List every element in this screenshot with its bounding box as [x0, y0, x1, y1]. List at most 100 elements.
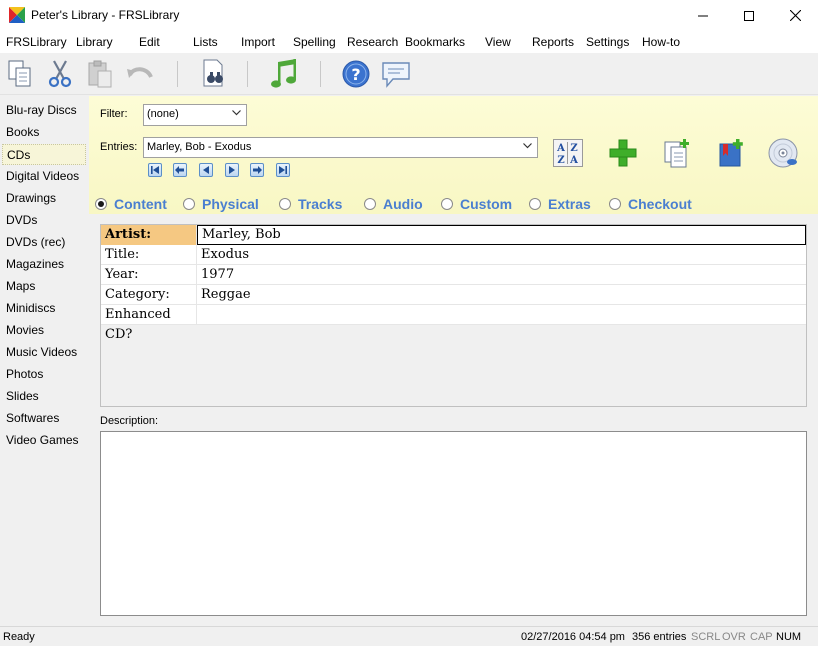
- sort-az-icon: A Z Z A: [553, 139, 583, 167]
- comment-button[interactable]: [380, 57, 412, 91]
- field-key: Artist:: [101, 225, 197, 245]
- sidebar-item-photos[interactable]: Photos: [2, 364, 86, 385]
- field-value-input[interactable]: Reggae: [197, 285, 806, 305]
- first-entry-button[interactable]: [148, 163, 162, 177]
- svg-text:Z: Z: [557, 155, 564, 166]
- undo-button[interactable]: [124, 57, 156, 91]
- field-row-artist[interactable]: Artist: Marley, Bob: [101, 225, 806, 245]
- entry-header-panel: Filter: (none) Entries: Marley, Bob - Ex…: [89, 96, 818, 214]
- paste-button[interactable]: [84, 57, 116, 91]
- description-textarea[interactable]: [100, 431, 807, 616]
- next-icon: [229, 166, 235, 174]
- sidebar-item-drawings[interactable]: Drawings: [2, 188, 86, 209]
- tab-extras[interactable]: Extras: [529, 196, 591, 212]
- sidebar-item-dvds[interactable]: DVDs: [2, 210, 86, 231]
- svg-text:A: A: [569, 155, 578, 166]
- tab-custom[interactable]: Custom: [441, 196, 512, 212]
- minimize-icon: [698, 15, 708, 16]
- sidebar-item-slides[interactable]: Slides: [2, 386, 86, 407]
- maximize-button[interactable]: [726, 0, 772, 31]
- minimize-button[interactable]: [680, 0, 726, 31]
- sort-button[interactable]: A Z Z A: [550, 134, 586, 172]
- tab-tracks[interactable]: Tracks: [279, 196, 342, 212]
- copy-button[interactable]: [4, 57, 36, 91]
- app-logo-icon: [9, 7, 25, 23]
- radio-circle: [529, 198, 541, 210]
- forward-entry-button[interactable]: [250, 163, 264, 177]
- tab-content[interactable]: Content: [95, 196, 167, 212]
- close-button[interactable]: [772, 0, 818, 31]
- menu-bookmarks[interactable]: Bookmarks: [405, 35, 465, 49]
- add-entry-button[interactable]: [605, 134, 641, 172]
- sidebar-item-softwares[interactable]: Softwares: [2, 408, 86, 429]
- status-num: NUM: [776, 631, 802, 643]
- tab-radio-group: Content Physical Tracks Audio Custom Ext…: [89, 192, 818, 214]
- menu-settings[interactable]: Settings: [586, 35, 629, 49]
- svg-text:?: ?: [351, 65, 360, 84]
- help-button[interactable]: ?: [340, 57, 372, 91]
- sidebar-item-dvds-rec[interactable]: DVDs (rec): [2, 232, 86, 253]
- paste-icon: [88, 60, 112, 88]
- menu-lists[interactable]: Lists: [193, 35, 218, 49]
- last-entry-button[interactable]: [276, 163, 290, 177]
- field-value-input[interactable]: [197, 305, 806, 325]
- sidebar-item-books[interactable]: Books: [2, 122, 86, 143]
- menu-how-to[interactable]: How-to: [642, 35, 680, 49]
- menu-reports[interactable]: Reports: [532, 35, 574, 49]
- field-row-year[interactable]: Year: 1977: [101, 265, 806, 285]
- toolbar-separator: [320, 61, 321, 87]
- field-row-enhanced-cd[interactable]: Enhanced CD?: [101, 305, 806, 342]
- entries-select[interactable]: Marley, Bob - Exodus: [143, 137, 538, 158]
- radio-circle: [95, 198, 107, 210]
- sidebar-item-magazines[interactable]: Magazines: [2, 254, 86, 275]
- sidebar-item-maps[interactable]: Maps: [2, 276, 86, 297]
- field-value-input[interactable]: Exodus: [197, 245, 806, 265]
- tab-audio[interactable]: Audio: [364, 196, 423, 212]
- duplicate-entry-button[interactable]: [659, 134, 695, 172]
- field-row-category[interactable]: Category: Reggae: [101, 285, 806, 305]
- title-bar: Peter's Library - FRSLibrary: [0, 0, 818, 31]
- sidebar-item-minidiscs[interactable]: Minidiscs: [2, 298, 86, 319]
- field-row-title[interactable]: Title: Exodus: [101, 245, 806, 265]
- menu-frslibrary[interactable]: FRSLibrary: [6, 35, 67, 49]
- sidebar-item-video-games[interactable]: Video Games: [2, 430, 86, 451]
- svg-text:Z: Z: [570, 143, 577, 154]
- back-entry-button[interactable]: [173, 163, 187, 177]
- menu-edit[interactable]: Edit: [139, 35, 160, 49]
- chevron-down-icon: [232, 110, 241, 116]
- field-value-input[interactable]: 1977: [197, 265, 806, 285]
- sidebar-item-digital-videos[interactable]: Digital Videos: [2, 166, 86, 187]
- sidebar-item-cds[interactable]: CDs: [2, 144, 86, 165]
- back-icon: [175, 166, 184, 174]
- sidebar-item-music-videos[interactable]: Music Videos: [2, 342, 86, 363]
- menu-import[interactable]: Import: [241, 35, 275, 49]
- cut-button[interactable]: [44, 57, 76, 91]
- tab-tracks-label: Tracks: [298, 196, 343, 212]
- comment-icon: [382, 62, 410, 88]
- field-key: Title:: [101, 245, 197, 265]
- cd-button[interactable]: [765, 134, 801, 172]
- next-entry-button[interactable]: [225, 163, 239, 177]
- toolbar-separator: [177, 61, 178, 87]
- find-button[interactable]: [198, 57, 230, 91]
- music-button[interactable]: [268, 57, 300, 91]
- menu-library[interactable]: Library: [76, 35, 113, 49]
- tab-physical[interactable]: Physical: [183, 196, 259, 212]
- add-bookmark-button[interactable]: [713, 134, 749, 172]
- radio-circle: [279, 198, 291, 210]
- menu-spelling[interactable]: Spelling: [293, 35, 336, 49]
- radio-dot: [98, 201, 104, 207]
- status-ovr: OVR: [722, 631, 746, 643]
- tab-custom-label: Custom: [460, 196, 513, 212]
- menu-view[interactable]: View: [485, 35, 511, 49]
- sidebar-item-blu-ray-discs[interactable]: Blu-ray Discs: [2, 100, 86, 121]
- previous-entry-button[interactable]: [199, 163, 213, 177]
- menu-research[interactable]: Research: [347, 35, 398, 49]
- first-icon: [151, 166, 159, 174]
- sidebar-item-movies[interactable]: Movies: [2, 320, 86, 341]
- tab-checkout[interactable]: Checkout: [609, 196, 692, 212]
- status-text: Ready: [3, 631, 35, 643]
- field-key: Year:: [101, 265, 197, 285]
- filter-select[interactable]: (none): [143, 104, 247, 126]
- field-value-input[interactable]: Marley, Bob: [197, 225, 806, 245]
